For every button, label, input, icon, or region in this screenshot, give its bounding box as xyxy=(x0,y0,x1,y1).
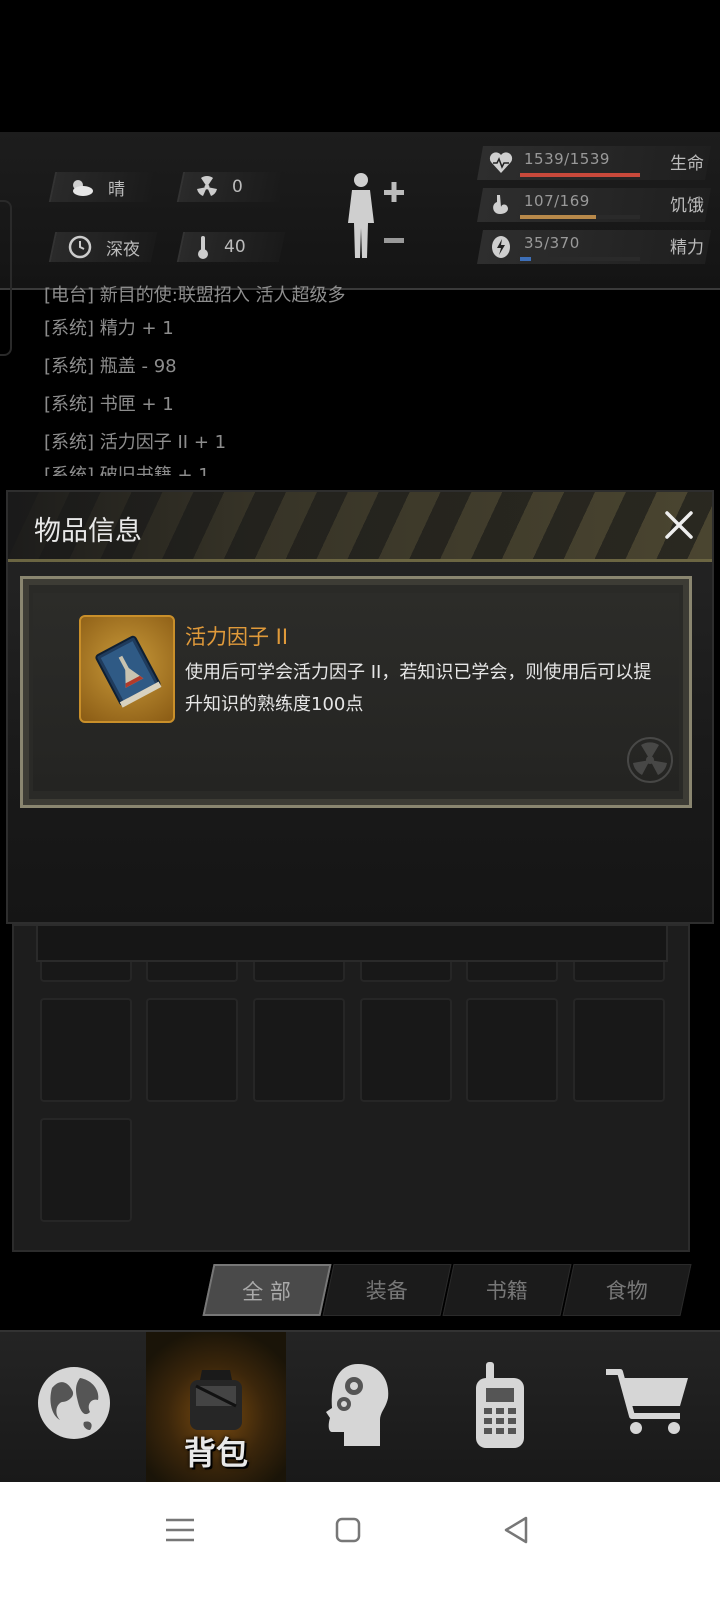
health-bar xyxy=(520,173,640,177)
item-name: 活力因子 II xyxy=(185,625,289,649)
weather-chip: 晴 xyxy=(48,172,158,202)
time-chip: 深夜 xyxy=(48,232,158,262)
clock-icon xyxy=(68,235,92,259)
head-gears-icon xyxy=(326,1364,389,1446)
inventory-slot[interactable] xyxy=(146,962,238,982)
weather-label: 晴 xyxy=(108,179,125,200)
backpack-icon xyxy=(190,1370,242,1430)
nav-backpack[interactable]: 背包 xyxy=(146,1332,286,1484)
back-icon[interactable] xyxy=(496,1510,536,1550)
tab-equipment[interactable]: 装备 xyxy=(322,1264,452,1316)
system-navigation-bar xyxy=(0,1482,720,1608)
side-handle[interactable] xyxy=(0,200,12,356)
radiation-value: 0 xyxy=(232,177,243,197)
body-figure-icon[interactable] xyxy=(346,168,416,268)
item-description: 使用后可学会活力因子 II，若知识已学会，则使用后可以提升知识的熟练度100点 xyxy=(185,662,652,715)
item-info-modal: 物品信息 活力因子 II 使用后可学会活力因子 II，若知识已学会，则使用后可以… xyxy=(6,490,714,924)
inventory-slot[interactable] xyxy=(40,1118,132,1222)
health-stat: 1539/1539 生命 xyxy=(477,146,711,180)
energy-label: 精力 xyxy=(670,238,704,258)
energy-value: 35/370 xyxy=(524,234,580,252)
inventory-grid xyxy=(12,924,690,1252)
sun-cloud-icon xyxy=(73,180,93,196)
nav-radio[interactable] xyxy=(430,1332,570,1484)
inventory-slot[interactable] xyxy=(466,998,558,1102)
inventory-slot[interactable] xyxy=(466,962,558,982)
inventory-slot[interactable] xyxy=(40,962,132,982)
inventory-slot[interactable] xyxy=(146,998,238,1102)
log-line: [系统] 破旧书籍 + 1 xyxy=(44,465,210,476)
inventory-filter-tabs: 全 部 装备 书籍 食物 xyxy=(196,1264,696,1320)
hunger-label: 饥饿 xyxy=(670,196,704,216)
log-line: [电台] 新目的使:联盟招入 活人超级多 xyxy=(44,285,346,306)
inventory-slot[interactable] xyxy=(573,962,665,982)
book-icon xyxy=(95,635,162,708)
log-line: [系统] 活力因子 II + 1 xyxy=(44,432,227,453)
stomach-icon xyxy=(493,195,508,214)
temperature-chip: 40 xyxy=(176,232,286,262)
thermometer-icon xyxy=(198,236,208,259)
energy-stat: 35/370 精力 xyxy=(477,230,711,264)
inventory-header-strip xyxy=(36,926,668,962)
radiation-watermark-icon xyxy=(627,737,673,783)
inventory-slot[interactable] xyxy=(253,962,345,982)
radiation-icon xyxy=(197,176,217,196)
home-icon[interactable] xyxy=(328,1510,368,1550)
hunger-value: 107/169 xyxy=(524,192,590,210)
inventory-slot[interactable] xyxy=(360,962,452,982)
inventory-slot[interactable] xyxy=(573,998,665,1102)
hunger-bar xyxy=(520,215,640,219)
item-icon-frame xyxy=(79,615,175,723)
hunger-stat: 107/169 饥饿 xyxy=(477,188,711,222)
lightning-icon xyxy=(492,236,510,258)
nav-shop[interactable] xyxy=(572,1332,712,1484)
energy-bar xyxy=(520,257,640,261)
inventory-slot[interactable] xyxy=(40,998,132,1102)
log-line: [系统] 瓶盖 - 98 xyxy=(44,356,177,377)
modal-title: 物品信息 xyxy=(34,516,142,547)
temperature-value: 40 xyxy=(224,237,246,257)
log-line: [系统] 精力 + 1 xyxy=(44,318,174,339)
heart-icon xyxy=(489,152,513,173)
nav-world[interactable] xyxy=(4,1332,144,1484)
bottom-nav: 背包 xyxy=(0,1330,720,1484)
close-icon[interactable] xyxy=(660,506,698,544)
modal-header: 物品信息 xyxy=(8,492,712,562)
tab-books[interactable]: 书籍 xyxy=(442,1264,572,1316)
menu-icon[interactable] xyxy=(160,1510,200,1550)
cart-icon xyxy=(606,1369,688,1434)
tab-all[interactable]: 全 部 xyxy=(202,1264,332,1316)
globe-icon xyxy=(38,1367,110,1439)
inventory-slot[interactable] xyxy=(253,998,345,1102)
item-card: 活力因子 II 使用后可学会活力因子 II，若知识已学会，则使用后可以提升知识的… xyxy=(20,576,692,808)
status-panel: 晴 0 深夜 40 1539/1539 生命 107/169 饥饿 35/370… xyxy=(0,132,720,290)
health-value: 1539/1539 xyxy=(524,150,610,168)
inventory-slot[interactable] xyxy=(360,998,452,1102)
health-label: 生命 xyxy=(670,154,704,174)
radiation-chip: 0 xyxy=(176,172,286,202)
message-log: [电台] 新目的使:联盟招入 活人超级多 [系统] 精力 + 1 [系统] 瓶盖… xyxy=(44,285,684,476)
log-line: [系统] 书匣 + 1 xyxy=(44,394,174,415)
walkie-talkie-icon xyxy=(476,1362,524,1448)
time-label: 深夜 xyxy=(106,239,140,260)
tab-food[interactable]: 食物 xyxy=(562,1264,692,1316)
nav-skills[interactable] xyxy=(288,1332,428,1484)
nav-backpack-label: 背包 xyxy=(183,1434,248,1472)
